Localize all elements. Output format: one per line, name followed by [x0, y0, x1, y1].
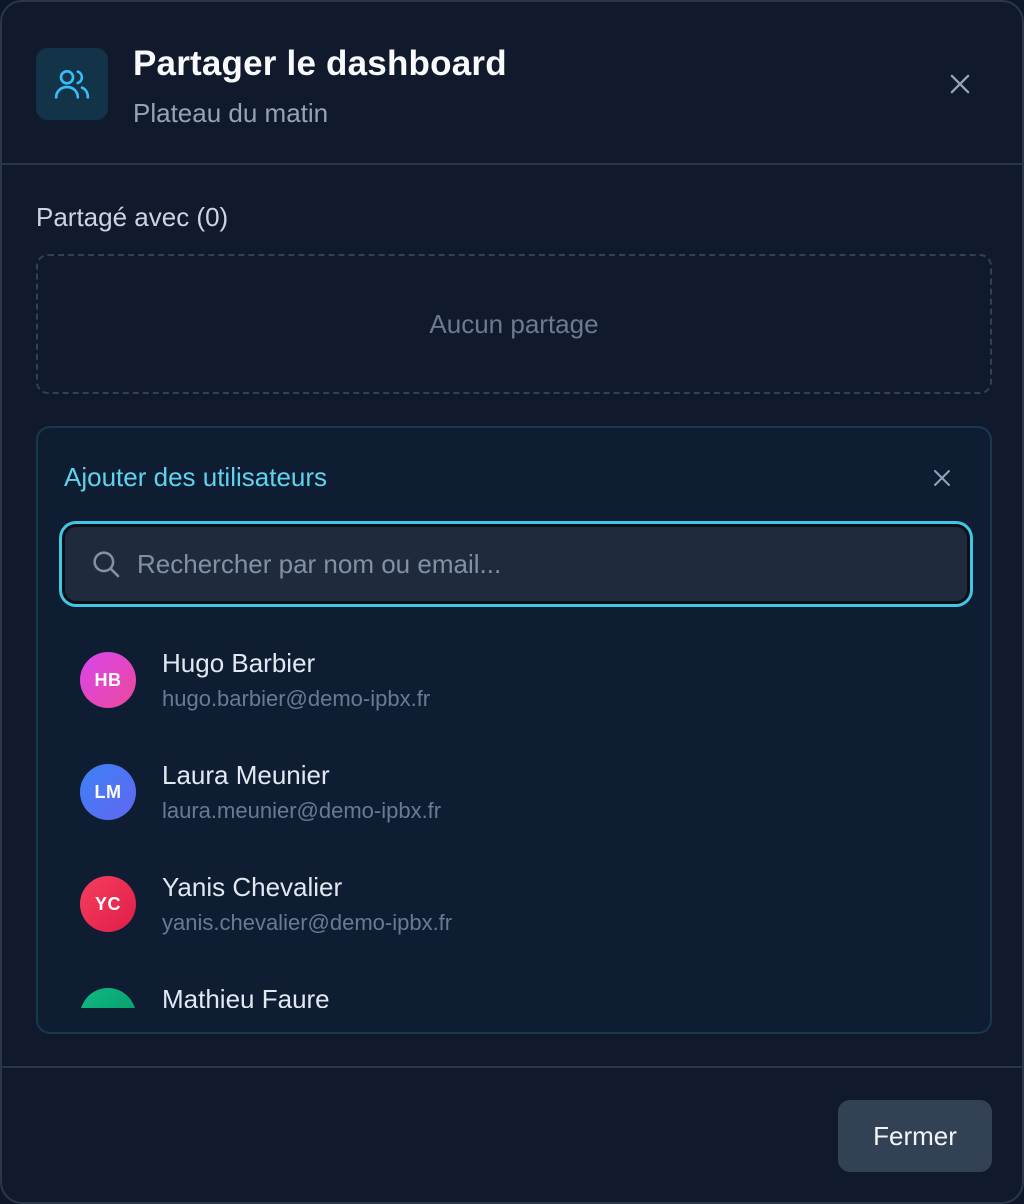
- user-name: Laura Meunier: [162, 760, 330, 790]
- user-email: yanis.chevalier@demo-ipbx.fr: [162, 910, 453, 935]
- modal-header: Partager le dashboard Plateau du matin: [2, 2, 1022, 165]
- close-icon: [950, 74, 970, 94]
- search-icon: [93, 551, 120, 578]
- modal-title: Partager le dashboard: [133, 44, 507, 83]
- user-email: hugo.barbier@demo-ipbx.fr: [162, 686, 431, 711]
- add-users-panel: Ajouter des utilisateurs HB Hugo Barbier h…: [36, 426, 992, 1034]
- user-name: Yanis Chevalier: [162, 872, 343, 902]
- add-users-title: Ajouter des utilisateurs: [64, 462, 328, 492]
- shared-empty-state: Aucun partage: [36, 254, 992, 394]
- shared-with-label: Partagé avec (0): [36, 202, 229, 232]
- user-name: Hugo Barbier: [162, 648, 316, 678]
- close-button[interactable]: Fermer: [838, 1100, 992, 1172]
- search-input[interactable]: [137, 527, 957, 601]
- modal-footer: Fermer: [2, 1066, 1022, 1202]
- share-dashboard-modal: Partager le dashboard Plateau du matin P…: [0, 0, 1024, 1204]
- avatar: YC: [80, 876, 136, 932]
- avatar: HB: [80, 652, 136, 708]
- users-icon: [36, 48, 108, 120]
- close-icon: [934, 470, 950, 486]
- user-list-item[interactable]: LM Laura Meunier laura.meunier@demo-ipbx.f…: [38, 740, 990, 852]
- user-list-item[interactable]: MFMathieu Fauremathieu.faure@demo-ipbx.f…: [38, 964, 990, 1008]
- user-list-item[interactable]: YC Yanis Chevalier yanis.chevalier@demo-ip…: [38, 852, 990, 964]
- avatar: MF: [80, 988, 136, 1008]
- user-list-item[interactable]: HB Hugo Barbier hugo.barbier@demo-ipbx.fr: [38, 628, 990, 740]
- close-add-users-button[interactable]: [924, 460, 960, 496]
- user-list: HB Hugo Barbier hugo.barbier@demo-ipbx.fr L…: [38, 628, 990, 1008]
- close-modal-button[interactable]: [940, 64, 980, 104]
- user-email: laura.meunier@demo-ipbx.fr: [162, 798, 442, 823]
- modal-subtitle: Plateau du matin: [133, 98, 329, 128]
- search-field: [62, 524, 970, 604]
- avatar: LM: [80, 764, 136, 820]
- empty-state-text: Aucun partage: [429, 308, 599, 339]
- user-name: Mathieu Faure: [162, 984, 330, 1008]
